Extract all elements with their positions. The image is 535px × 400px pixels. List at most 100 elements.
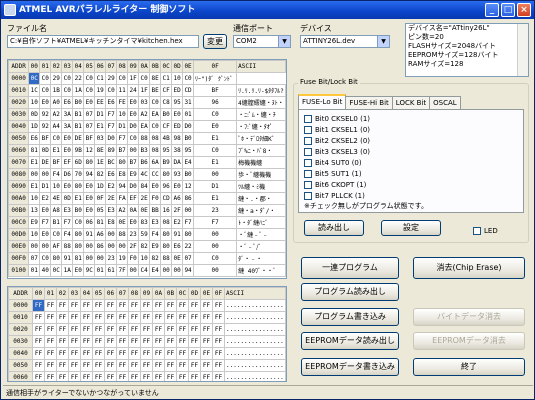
minimize-icon[interactable]: _ bbox=[485, 3, 499, 17]
byte-cell[interactable]: FF bbox=[212, 299, 225, 312]
byte-cell[interactable]: 89 bbox=[105, 144, 118, 157]
byte-cell[interactable]: E2 bbox=[39, 192, 52, 205]
byte-cell[interactable]: C0 bbox=[83, 84, 96, 97]
byte-cell[interactable]: CD bbox=[182, 84, 195, 97]
byte-cell[interactable]: B7 bbox=[116, 144, 129, 157]
byte-cell[interactable]: FF bbox=[92, 371, 105, 381]
byte-cell[interactable]: E1 bbox=[94, 120, 107, 133]
byte-cell[interactable]: 0A bbox=[127, 204, 140, 217]
byte-cell[interactable]: 80 bbox=[160, 168, 173, 181]
byte-cell[interactable]: C1 bbox=[160, 72, 173, 85]
byte-cell[interactable]: FF bbox=[200, 311, 213, 324]
byte-cell[interactable]: CC bbox=[149, 168, 162, 181]
byte-cell[interactable]: FF bbox=[188, 323, 201, 336]
maximize-icon[interactable]: □ bbox=[501, 3, 515, 17]
byte-cell[interactable]: 91 bbox=[61, 252, 74, 265]
byte-cell[interactable]: FF bbox=[152, 359, 165, 372]
byte-cell[interactable]: 19 bbox=[94, 84, 107, 97]
byte-cell[interactable]: 2E bbox=[105, 192, 118, 205]
byte-cell[interactable]: F4 bbox=[61, 228, 74, 241]
byte-cell[interactable]: 00 bbox=[83, 240, 96, 253]
byte-cell[interactable]: 80 bbox=[116, 156, 129, 169]
byte-cell[interactable]: 88 bbox=[160, 252, 173, 265]
byte-cell[interactable]: EF bbox=[61, 156, 74, 169]
byte-cell[interactable]: C0 bbox=[193, 144, 238, 157]
byte-cell[interactable]: C4 bbox=[138, 264, 151, 277]
byte-cell[interactable]: FF bbox=[44, 323, 57, 336]
byte-cell[interactable]: 08 bbox=[149, 144, 162, 157]
byte-cell[interactable]: FF bbox=[212, 311, 225, 324]
byte-cell[interactable]: FF bbox=[128, 359, 141, 372]
byte-cell[interactable]: E0 bbox=[61, 132, 74, 145]
byte-cell[interactable]: 8E bbox=[94, 144, 107, 157]
byte-cell[interactable]: FF bbox=[176, 347, 189, 360]
fuse-read-button[interactable]: 読み出し bbox=[304, 220, 364, 236]
byte-cell[interactable]: D1 bbox=[39, 180, 52, 193]
byte-cell[interactable]: D6 bbox=[61, 168, 74, 181]
byte-cell[interactable]: 00 bbox=[116, 240, 129, 253]
byte-cell[interactable]: 6A bbox=[149, 156, 162, 169]
byte-cell[interactable]: 82 bbox=[94, 168, 107, 181]
byte-cell[interactable]: B0 bbox=[72, 204, 85, 217]
tab-fuse-lo[interactable]: FUSE-Lo Bit bbox=[298, 94, 347, 109]
byte-cell[interactable]: E1 bbox=[50, 144, 63, 157]
byte-cell[interactable]: 3A bbox=[61, 120, 74, 133]
byte-cell[interactable]: B1 bbox=[72, 108, 85, 121]
fuse-bit-row[interactable]: Bit1 CKSEL1 (0) bbox=[304, 126, 370, 134]
byte-cell[interactable]: FF bbox=[140, 347, 153, 360]
byte-cell[interactable]: FF bbox=[164, 311, 177, 324]
byte-cell[interactable]: FF bbox=[212, 323, 225, 336]
byte-cell[interactable]: 07 bbox=[83, 108, 96, 121]
byte-cell[interactable]: FF bbox=[116, 323, 129, 336]
byte-cell[interactable]: E0 bbox=[83, 204, 96, 217]
byte-cell[interactable]: E0 bbox=[171, 108, 184, 121]
byte-cell[interactable]: FF bbox=[92, 323, 105, 336]
byte-cell[interactable]: D1 bbox=[193, 180, 238, 193]
byte-cell[interactable]: 95 bbox=[171, 96, 184, 109]
byte-cell[interactable]: FF bbox=[152, 299, 165, 312]
exit-button[interactable]: 終了 bbox=[413, 358, 525, 376]
byte-cell[interactable]: FF bbox=[68, 299, 81, 312]
byte-cell[interactable]: 1B bbox=[50, 84, 63, 97]
byte-cell[interactable]: 0E bbox=[138, 204, 151, 217]
byte-cell[interactable]: FF bbox=[104, 335, 117, 348]
byte-cell[interactable]: FF bbox=[164, 323, 177, 336]
byte-cell[interactable]: FF bbox=[104, 371, 117, 381]
byte-cell[interactable]: 00 bbox=[193, 228, 238, 241]
byte-cell[interactable]: D1 bbox=[116, 120, 129, 133]
byte-cell[interactable]: C0 bbox=[72, 216, 85, 229]
byte-cell[interactable]: FF bbox=[164, 371, 177, 381]
byte-cell[interactable]: FF bbox=[200, 299, 213, 312]
byte-cell[interactable]: FF bbox=[116, 371, 129, 381]
byte-cell[interactable]: FF bbox=[164, 299, 177, 312]
byte-cell[interactable]: 81 bbox=[28, 144, 41, 157]
byte-cell[interactable]: A8 bbox=[50, 204, 63, 217]
byte-cell[interactable]: 80 bbox=[72, 228, 85, 241]
byte-cell[interactable]: FF bbox=[68, 359, 81, 372]
byte-cell[interactable]: 61 bbox=[105, 264, 118, 277]
byte-cell[interactable]: 0D bbox=[39, 144, 52, 157]
byte-cell[interactable]: 12 bbox=[182, 180, 195, 193]
byte-cell[interactable]: C0 bbox=[50, 228, 63, 241]
byte-cell[interactable]: F4 bbox=[50, 168, 63, 181]
byte-cell[interactable]: E0 bbox=[72, 264, 85, 277]
eeprom-write-button[interactable]: EEPROMデータ書き込み bbox=[301, 358, 399, 376]
byte-cell[interactable]: FF bbox=[116, 299, 129, 312]
byte-cell[interactable]: E3 bbox=[149, 216, 162, 229]
byte-cell[interactable]: CF bbox=[160, 120, 173, 133]
byte-cell[interactable]: 00 bbox=[193, 240, 238, 253]
byte-cell[interactable]: 0F bbox=[94, 192, 107, 205]
byte-cell[interactable]: 80 bbox=[182, 228, 195, 241]
byte-cell[interactable]: C0 bbox=[127, 132, 140, 145]
byte-cell[interactable]: E1 bbox=[28, 180, 41, 193]
byte-cell[interactable]: FF bbox=[188, 371, 201, 381]
byte-cell[interactable]: C0 bbox=[39, 252, 52, 265]
byte-cell[interactable]: FF bbox=[152, 371, 165, 381]
byte-cell[interactable]: FF bbox=[116, 359, 129, 372]
byte-cell[interactable]: FF bbox=[56, 371, 69, 381]
device-select[interactable]: ATTINY26L.dev ▼ bbox=[300, 35, 390, 48]
byte-cell[interactable]: C0 bbox=[50, 132, 63, 145]
byte-cell[interactable]: D1 bbox=[94, 108, 107, 121]
byte-cell[interactable]: F7 bbox=[116, 132, 129, 145]
byte-cell[interactable]: 88 bbox=[138, 132, 151, 145]
